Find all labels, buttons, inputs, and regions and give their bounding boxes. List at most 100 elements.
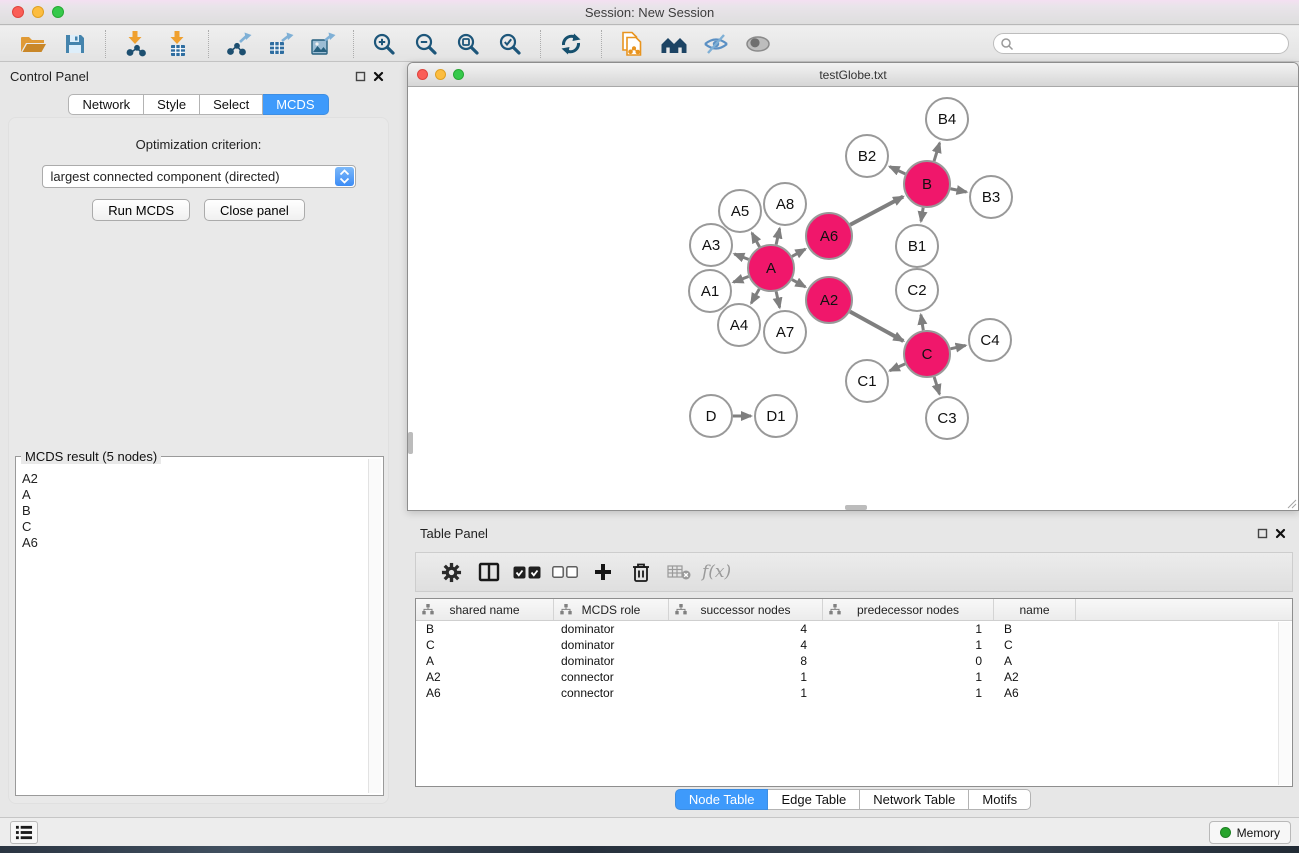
- graph-node-A4[interactable]: A4: [718, 304, 760, 346]
- graph-edge-B-B1[interactable]: [921, 208, 923, 222]
- graph-node-C2[interactable]: C2: [896, 269, 938, 311]
- graph-edge-C-C3[interactable]: [934, 377, 939, 394]
- function-builder-button[interactable]: f(x): [698, 556, 731, 588]
- graph-node-B4[interactable]: B4: [926, 98, 968, 140]
- import-table-button[interactable]: [157, 28, 199, 60]
- column-header-mcds-role[interactable]: MCDS role: [554, 599, 669, 620]
- result-scrollbar[interactable]: [368, 459, 381, 793]
- search-input[interactable]: [1014, 35, 1288, 52]
- delete-column-button[interactable]: [622, 556, 660, 588]
- graph-node-A7[interactable]: A7: [764, 311, 806, 353]
- tab-network-table[interactable]: Network Table: [860, 789, 969, 810]
- graph-node-C4[interactable]: C4: [969, 319, 1011, 361]
- open-session-button[interactable]: [12, 28, 54, 60]
- mcds-result-item[interactable]: A6: [22, 535, 381, 551]
- graph-node-A8[interactable]: A8: [764, 183, 806, 225]
- graph-edge-A-A5[interactable]: [752, 233, 760, 247]
- tab-edge-table[interactable]: Edge Table: [768, 789, 860, 810]
- network-canvas[interactable]: B4B2BB3A8A5A6A3B1AA1C2A2A4A7C4CC1DD1C3: [408, 87, 1298, 510]
- graph-node-A3[interactable]: A3: [690, 224, 732, 266]
- graph-edge-B-B3[interactable]: [951, 189, 967, 192]
- search-field[interactable]: [993, 33, 1289, 54]
- graph-node-A1[interactable]: A1: [689, 270, 731, 312]
- zoom-window-button[interactable]: [52, 6, 64, 18]
- graph-node-C1[interactable]: C1: [846, 360, 888, 402]
- graph-node-A6[interactable]: A6: [806, 213, 852, 259]
- graph-edge-C-C2[interactable]: [921, 315, 923, 331]
- split-columns-button[interactable]: [470, 556, 508, 588]
- graph-node-C3[interactable]: C3: [926, 397, 968, 439]
- minimize-window-button[interactable]: [32, 6, 44, 18]
- close-panel-button[interactable]: [369, 68, 387, 84]
- refresh-button[interactable]: [550, 28, 592, 60]
- mcds-result-item[interactable]: A2: [22, 471, 381, 487]
- table-row[interactable]: Bdominator41B: [416, 621, 1292, 637]
- export-network-button[interactable]: [218, 28, 260, 60]
- float-panel-button[interactable]: [351, 68, 369, 84]
- export-image-button[interactable]: [302, 28, 344, 60]
- graph-edge-C-C1[interactable]: [890, 364, 905, 371]
- mcds-result-list[interactable]: A2ABCA6: [18, 459, 381, 793]
- table-scrollbar[interactable]: [1278, 622, 1291, 785]
- tab-select[interactable]: Select: [200, 94, 263, 115]
- close-panel-button-mcds[interactable]: Close panel: [204, 199, 305, 221]
- zoom-in-button[interactable]: [363, 28, 405, 60]
- graph-edge-A-A2[interactable]: [792, 280, 805, 287]
- zoom-selected-button[interactable]: [489, 28, 531, 60]
- graph-edge-A6-B[interactable]: [850, 197, 903, 225]
- graph-edge-A-A4[interactable]: [751, 289, 759, 303]
- graph-node-A[interactable]: A: [748, 245, 794, 291]
- show-graphics-details-button[interactable]: [737, 28, 779, 60]
- close-window-button[interactable]: [12, 6, 24, 18]
- network-window-controls[interactable]: [417, 69, 464, 80]
- criterion-dropdown[interactable]: largest connected component (directed): [42, 165, 356, 188]
- float-table-panel-button[interactable]: [1253, 525, 1271, 541]
- graph-edge-A-A8[interactable]: [776, 228, 780, 244]
- graph-node-A5[interactable]: A5: [719, 190, 761, 232]
- tab-mcds[interactable]: MCDS: [263, 94, 328, 115]
- graph-node-B3[interactable]: B3: [970, 176, 1012, 218]
- close-table-panel-button[interactable]: [1271, 525, 1289, 541]
- graph-edge-A-A7[interactable]: [776, 291, 780, 307]
- table-row[interactable]: A2connector11A2: [416, 669, 1292, 685]
- zoom-fit-button[interactable]: [447, 28, 489, 60]
- graph-node-D[interactable]: D: [690, 395, 732, 437]
- home-view-button[interactable]: [653, 28, 695, 60]
- table-row[interactable]: Adominator80A: [416, 653, 1292, 669]
- deselect-all-columns-button[interactable]: [546, 556, 584, 588]
- tab-network[interactable]: Network: [68, 94, 144, 115]
- window-controls[interactable]: [12, 6, 64, 18]
- save-session-button[interactable]: [54, 28, 96, 60]
- delete-table-button[interactable]: [660, 556, 698, 588]
- tab-motifs[interactable]: Motifs: [969, 789, 1031, 810]
- close-network-window-button[interactable]: [417, 69, 428, 80]
- graph-node-B1[interactable]: B1: [896, 225, 938, 267]
- graph-edge-A2-C[interactable]: [850, 312, 903, 341]
- network-vscroll-thumb[interactable]: [408, 432, 413, 454]
- network-hscroll-thumb[interactable]: [845, 505, 867, 510]
- column-header-successor-nodes[interactable]: successor nodes: [669, 599, 823, 620]
- mcds-result-item[interactable]: B: [22, 503, 381, 519]
- mcds-result-item[interactable]: C: [22, 519, 381, 535]
- network-window-titlebar[interactable]: testGlobe.txt: [408, 63, 1298, 87]
- column-header-predecessor-nodes[interactable]: predecessor nodes: [823, 599, 994, 620]
- column-header-name[interactable]: name: [994, 599, 1076, 620]
- graph-edge-C-C4[interactable]: [950, 345, 965, 348]
- tab-style[interactable]: Style: [144, 94, 200, 115]
- select-all-columns-button[interactable]: [508, 556, 546, 588]
- import-network-button[interactable]: [115, 28, 157, 60]
- graph-edge-A-A3[interactable]: [734, 254, 748, 259]
- table-row[interactable]: A6connector11A6: [416, 685, 1292, 701]
- run-mcds-button[interactable]: Run MCDS: [92, 199, 190, 221]
- new-network-file-button[interactable]: [611, 28, 653, 60]
- tab-node-table[interactable]: Node Table: [675, 789, 769, 810]
- memory-button[interactable]: Memory: [1209, 821, 1291, 844]
- export-table-button[interactable]: [260, 28, 302, 60]
- graph-node-C[interactable]: C: [904, 331, 950, 377]
- task-history-button[interactable]: [10, 821, 38, 844]
- graph-edge-A-A1[interactable]: [733, 276, 748, 282]
- table-settings-button[interactable]: [432, 556, 470, 588]
- add-column-button[interactable]: [584, 556, 622, 588]
- zoom-network-window-button[interactable]: [453, 69, 464, 80]
- column-header-shared-name[interactable]: shared name: [416, 599, 554, 620]
